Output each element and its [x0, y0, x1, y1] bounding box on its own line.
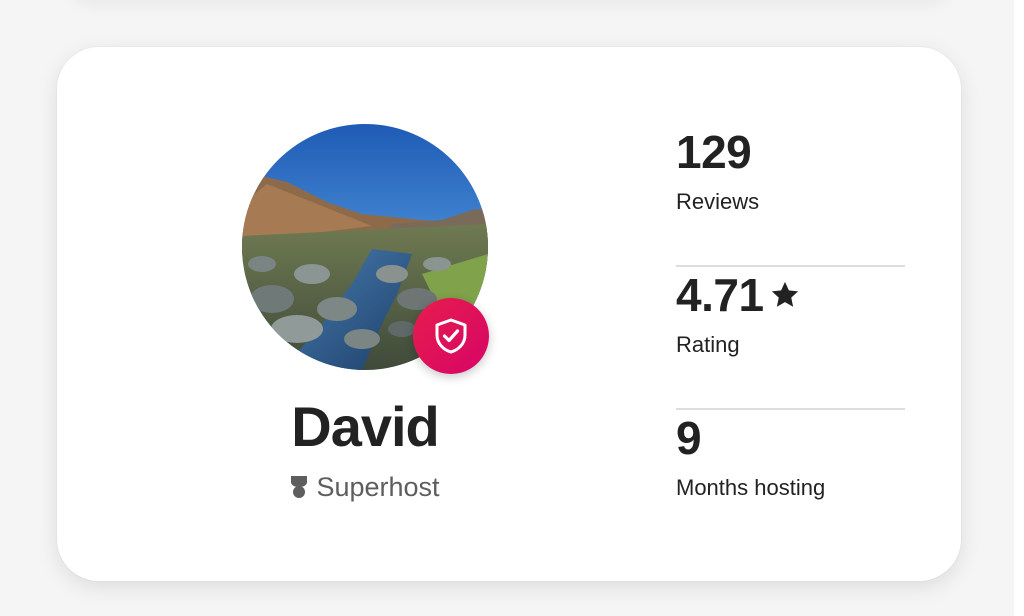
- stat-reviews[interactable]: 129 Reviews: [676, 124, 905, 267]
- superhost-ribbon-icon: [291, 476, 308, 498]
- reviews-count: 129: [676, 126, 752, 178]
- stat-value: 129: [676, 124, 752, 180]
- host-stats: 129 Reviews 4.71 Rating 9 Months hosting: [676, 124, 905, 553]
- stat-label: Reviews: [676, 189, 760, 214]
- stat-label: Months hosting: [676, 475, 826, 500]
- months-hosting-count: 9: [676, 412, 702, 464]
- avatar-container: [242, 124, 489, 374]
- stat-months-hosting[interactable]: 9 Months hosting: [676, 410, 905, 553]
- shield-check-icon: [435, 318, 467, 354]
- rating-value: 4.71: [676, 269, 764, 321]
- stat-label: Rating: [676, 332, 740, 357]
- stat-value: 9: [676, 410, 702, 466]
- stat-value: 4.71: [676, 267, 800, 323]
- superhost-label: Superhost: [316, 472, 440, 502]
- stat-rating[interactable]: 4.71 Rating: [676, 267, 905, 410]
- screen-edge: [1014, 0, 1024, 616]
- verified-badge: [413, 298, 489, 374]
- host-name: David: [291, 395, 440, 458]
- host-profile-card[interactable]: David Superhost 129 Reviews 4.71 Rating: [57, 47, 961, 581]
- superhost-badge: Superhost: [219, 471, 511, 503]
- star-icon: [771, 281, 798, 307]
